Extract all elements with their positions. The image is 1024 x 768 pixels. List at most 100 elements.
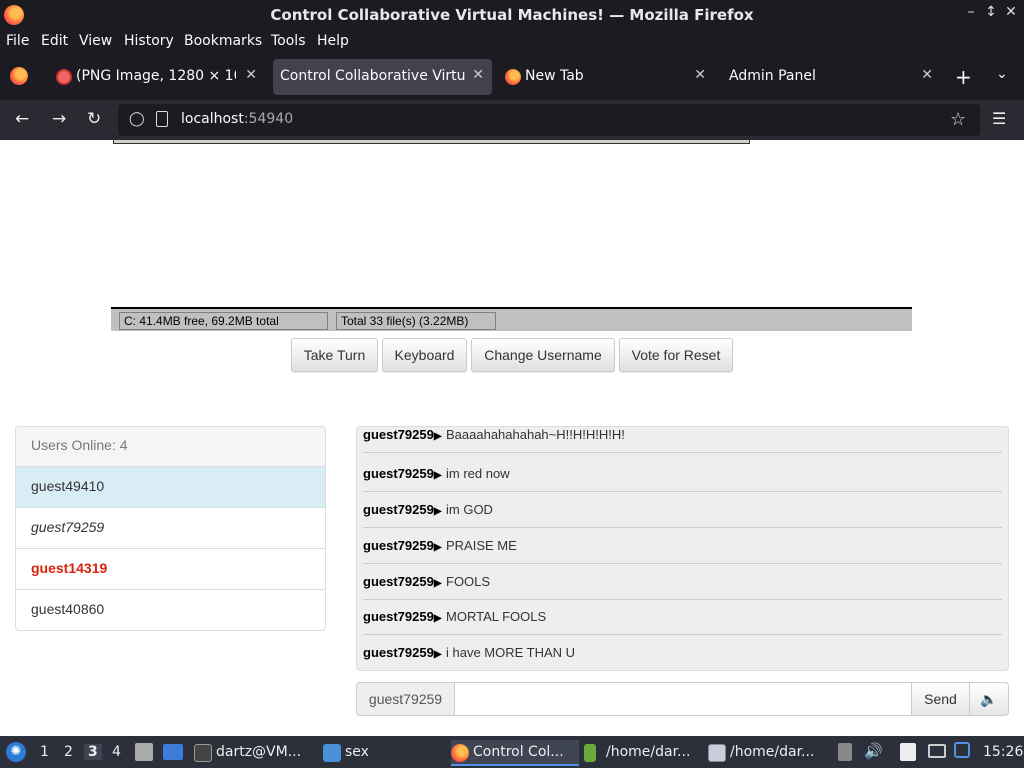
chat-text: Baaaahahahahah~H!!H!H!H!H! xyxy=(446,427,625,442)
window-titlebar: Control Collaborative Virtual Machines! … xyxy=(0,0,1024,30)
tab-label: (PNG Image, 1280 × 102 xyxy=(76,68,236,84)
chat-username: guest79259▶ xyxy=(363,538,442,553)
notes-icon[interactable] xyxy=(900,743,916,761)
taskbar-terminal[interactable]: dartz@VM... xyxy=(194,740,312,766)
chat-message: guest79259▶ Baaaahahahahah~H!!H!H!H!H! xyxy=(363,427,1002,453)
bookmark-star-icon[interactable]: ☆ xyxy=(950,109,966,130)
user-list-item[interactable]: guest40860 xyxy=(16,590,325,630)
chat-username: guest79259▶ xyxy=(363,466,442,481)
volume-icon[interactable]: 🔈 xyxy=(969,682,1009,716)
minimize-icon[interactable]: – xyxy=(962,4,980,24)
text-editor-icon xyxy=(584,744,596,762)
chat-text: PRAISE ME xyxy=(446,538,517,553)
page-icon xyxy=(156,111,168,127)
show-desktop-icon[interactable] xyxy=(163,744,183,760)
reload-icon[interactable]: ↻ xyxy=(87,109,101,129)
user-list-item[interactable]: guest79259 xyxy=(16,508,325,549)
tab-admin-panel[interactable]: Admin Panel ✕ xyxy=(722,59,941,95)
users-online-header: Users Online: 4 xyxy=(16,427,325,467)
chat-message: guest79259▶ MORTAL FOOLS xyxy=(363,599,1002,635)
chat-input-group: guest79259 Send 🔈 xyxy=(356,682,1009,716)
menu-tools[interactable]: Tools xyxy=(271,33,306,49)
chat-text: im GOD xyxy=(446,502,493,517)
workspace-4[interactable]: 4 xyxy=(112,744,121,760)
taskbar-document[interactable]: /home/dar... xyxy=(708,740,826,766)
hamburger-menu-icon[interactable]: ☰ xyxy=(992,109,1006,128)
close-tab-icon[interactable]: ✕ xyxy=(921,67,933,83)
take-turn-button[interactable]: Take Turn xyxy=(291,338,378,372)
url-bar[interactable]: ◯ localhost:54940 ☆ xyxy=(118,104,980,136)
taskbar-text-editor[interactable]: /home/dar... xyxy=(584,740,702,766)
image-tab-icon xyxy=(56,69,72,85)
navigation-toolbar: ← → ↻ ◯ localhost:54940 ☆ ☰ xyxy=(0,100,1024,140)
firefox-view-icon[interactable] xyxy=(10,67,28,85)
chat-username: guest79259▶ xyxy=(363,427,442,442)
folder-icon xyxy=(323,744,341,762)
menu-bar: File Edit View History Bookmarks Tools H… xyxy=(0,30,1024,53)
close-window-icon[interactable]: ✕ xyxy=(1002,4,1020,24)
chat-message: guest79259▶ PRAISE ME xyxy=(363,528,1002,564)
send-button[interactable]: Send xyxy=(911,682,970,716)
chat-username: guest79259▶ xyxy=(363,609,442,624)
vote-reset-button[interactable]: Vote for Reset xyxy=(619,338,733,372)
tab-control-vm[interactable]: Control Collaborative Virtual ✕ xyxy=(273,59,492,95)
tab-strip: (PNG Image, 1280 × 102 ✕ Control Collabo… xyxy=(0,53,1024,100)
close-tab-icon[interactable]: ✕ xyxy=(245,67,257,83)
list-tabs-chevron-icon[interactable]: ⌄ xyxy=(996,66,1008,82)
vm-screen-statusbar[interactable]: C: 41.4MB free, 69.2MB total Total 33 fi… xyxy=(111,307,912,331)
menu-file[interactable]: File xyxy=(6,33,29,49)
taskbar-folder[interactable]: sex xyxy=(323,740,441,766)
shield-icon[interactable]: ◯ xyxy=(129,111,145,127)
url-text[interactable]: localhost:54940 xyxy=(181,111,293,127)
terminal-icon xyxy=(194,744,212,762)
chat-message: guest79259▶ i have MORE THAN U xyxy=(363,635,1002,670)
clipboard-icon[interactable] xyxy=(838,743,852,761)
start-menu-icon[interactable]: ✺ xyxy=(6,742,26,762)
chat-text: im red now xyxy=(446,466,510,481)
chat-text: i have MORE THAN U xyxy=(446,645,576,660)
update-icon[interactable] xyxy=(954,742,970,758)
menu-edit[interactable]: Edit xyxy=(41,33,68,49)
chat-log[interactable]: guest79259▶ Baaaahahahahah~H!!H!H!H!H! g… xyxy=(356,426,1009,671)
back-icon[interactable]: ← xyxy=(15,109,29,129)
restore-icon[interactable]: ↕ xyxy=(982,4,1000,24)
tab-label: New Tab xyxy=(525,68,584,84)
chat-message: guest79259▶ FOOLS xyxy=(363,564,1002,600)
tab-new-tab[interactable]: New Tab ✕ xyxy=(499,59,714,95)
user-list-item[interactable]: guest14319 xyxy=(16,549,325,590)
firefox-tab-icon xyxy=(505,69,521,85)
chat-username: guest79259▶ xyxy=(363,645,442,660)
forward-icon[interactable]: → xyxy=(52,109,66,129)
network-icon[interactable] xyxy=(928,744,946,758)
change-username-button[interactable]: Change Username xyxy=(471,338,615,372)
vm-screen-top[interactable] xyxy=(113,140,750,144)
chat-message-input[interactable] xyxy=(454,682,912,716)
chat-message: guest79259▶ im GOD xyxy=(363,492,1002,528)
close-tab-icon[interactable]: ✕ xyxy=(472,67,484,83)
tab-png-image[interactable]: (PNG Image, 1280 × 102 ✕ xyxy=(50,59,265,95)
keyboard-button[interactable]: Keyboard xyxy=(382,338,467,372)
menu-history[interactable]: History xyxy=(124,33,174,49)
window-title: Control Collaborative Virtual Machines! … xyxy=(270,6,754,24)
workspace-2[interactable]: 2 xyxy=(64,744,73,760)
taskbar-firefox[interactable]: Control Col... xyxy=(451,740,579,766)
volume-tray-icon[interactable]: 🔊 xyxy=(864,742,883,760)
clock[interactable]: 15:26 xyxy=(983,744,1023,760)
workspace-3[interactable]: 3 xyxy=(84,744,102,760)
taskbar: ✺ 1 2 3 4 dartz@VM... sex Control Col...… xyxy=(0,736,1024,768)
chat-username: guest79259▶ xyxy=(363,574,442,589)
workspace-1[interactable]: 1 xyxy=(40,744,49,760)
chat-username-label: guest79259 xyxy=(356,682,455,716)
menu-bookmarks[interactable]: Bookmarks xyxy=(184,33,262,49)
tab-label: Control Collaborative Virtual xyxy=(280,68,465,84)
chat-text: FOOLS xyxy=(446,574,491,589)
close-tab-icon[interactable]: ✕ xyxy=(694,67,706,83)
menu-view[interactable]: View xyxy=(79,33,112,49)
new-tab-icon[interactable]: + xyxy=(955,65,972,89)
chat-text: MORTAL FOOLS xyxy=(446,609,547,624)
user-list-item[interactable]: guest49410 xyxy=(16,467,325,508)
menu-help[interactable]: Help xyxy=(317,33,349,49)
vm-files-status: Total 33 file(s) (3.22MB) xyxy=(336,312,496,330)
file-manager-icon[interactable] xyxy=(135,743,153,761)
chat-message: guest79259▶ im red now xyxy=(363,456,1002,492)
